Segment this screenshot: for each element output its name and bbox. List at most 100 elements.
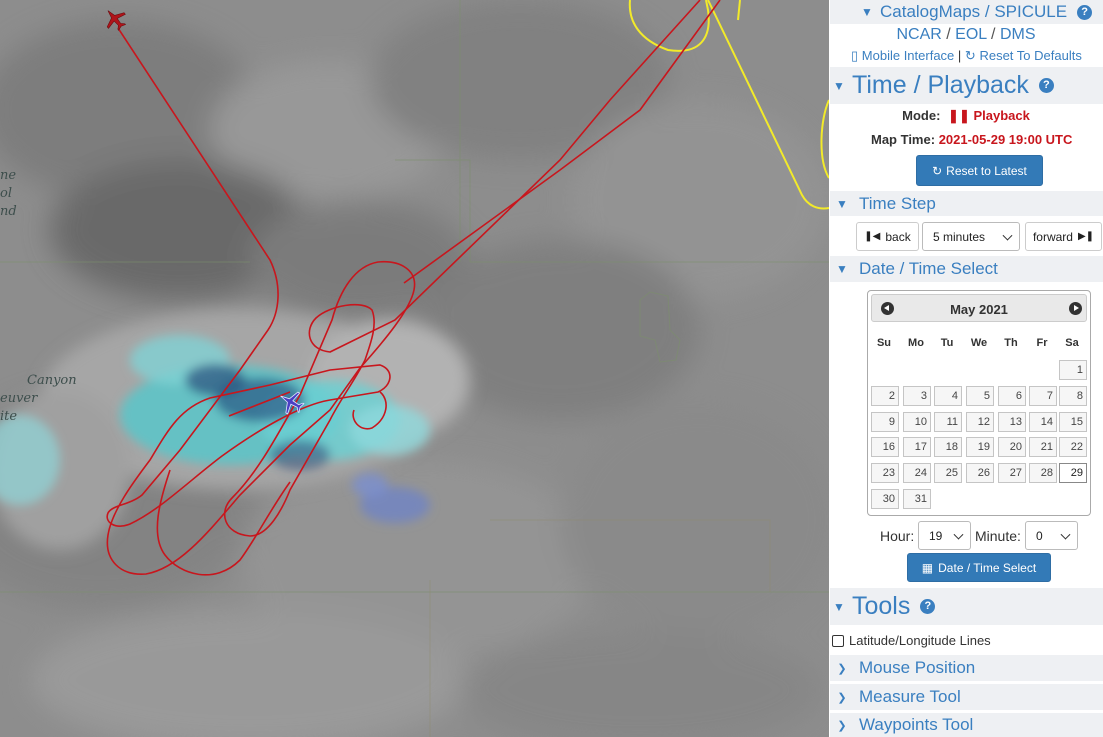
time-step-select[interactable]: 5 minutes xyxy=(922,222,1020,251)
mode-value: Playback xyxy=(973,108,1030,123)
time-playback-header[interactable]: ▼ Time / Playback ? xyxy=(830,67,1103,104)
calendar-day[interactable]: 4 xyxy=(934,385,962,406)
calendar-month-title: May 2021 xyxy=(950,302,1008,317)
control-panel: ▼ CatalogMaps / SPICULE ? NCAR / EOL / D… xyxy=(829,0,1103,737)
map-place-label: ite xyxy=(0,409,18,424)
calendar-day[interactable]: 18 xyxy=(934,437,962,458)
help-icon[interactable]: ? xyxy=(1038,78,1054,93)
date-time-select-header[interactable]: ▼ Date / Time Select xyxy=(830,256,1103,282)
weekday-header: Su xyxy=(876,337,892,349)
calendar-day[interactable]: 3 xyxy=(903,385,931,406)
help-icon[interactable]: ? xyxy=(1077,4,1093,20)
measure-tool-title: Measure Tool xyxy=(859,687,961,706)
waypoints-tool-header[interactable]: ❯ Waypoints Tool xyxy=(830,713,1103,737)
calendar-day[interactable]: 23 xyxy=(871,463,899,484)
calendar-day[interactable]: 22 xyxy=(1059,437,1087,458)
step-back-button[interactable]: ❚◀ back xyxy=(856,222,919,251)
next-month-icon[interactable] xyxy=(1069,302,1082,315)
weekday-header: Sa xyxy=(1065,337,1079,349)
step-backward-icon: ❚◀ xyxy=(864,231,881,242)
help-icon[interactable]: ? xyxy=(920,599,936,614)
calendar-day[interactable]: 19 xyxy=(966,437,994,458)
chevron-down-icon xyxy=(1002,230,1013,241)
calendar-day[interactable]: 26 xyxy=(966,463,994,484)
calendar-day[interactable]: 15 xyxy=(1059,411,1087,432)
reset-to-latest-button[interactable]: ↻ Reset to Latest xyxy=(916,155,1043,186)
chevron-down-icon: ▼ xyxy=(861,5,873,19)
calendar-day[interactable]: 17 xyxy=(903,437,931,458)
calendar-day[interactable]: 9 xyxy=(871,411,899,432)
chevron-down-icon xyxy=(953,529,964,540)
calendar-day[interactable]: 8 xyxy=(1059,385,1087,406)
header-actions: ▯ Mobile Interface | ↻ Reset To Defaults xyxy=(851,48,1103,64)
calendar-day[interactable]: 25 xyxy=(934,463,962,484)
map-view[interactable]: ne ol nd Canyon euver ite xyxy=(0,0,829,737)
hour-value: 19 xyxy=(929,528,943,543)
separator: | xyxy=(957,48,962,63)
minute-select[interactable]: 0 xyxy=(1025,521,1078,550)
calendar-day[interactable]: 12 xyxy=(966,411,994,432)
map-place-label: ne xyxy=(0,168,17,183)
step-forward-label: forward xyxy=(1032,229,1073,244)
tools-title: Tools xyxy=(852,592,911,620)
tools-header[interactable]: ▼ Tools ? xyxy=(830,588,1103,625)
map-time-value: 2021-05-29 19:00 UTC xyxy=(938,132,1073,147)
map-place-label: euver xyxy=(0,391,38,406)
date-time-select-button-label: Date / Time Select xyxy=(938,560,1037,575)
calendar-day[interactable]: 27 xyxy=(998,463,1026,484)
step-forward-icon: ▶❚ xyxy=(1077,231,1095,242)
calendar-day[interactable]: 13 xyxy=(998,411,1026,432)
calendar-day[interactable]: 2 xyxy=(871,385,899,406)
link-eol[interactable]: EOL xyxy=(955,26,986,43)
date-time-select-title: Date / Time Select xyxy=(859,259,998,278)
mouse-position-header[interactable]: ❯ Mouse Position xyxy=(830,655,1103,681)
calendar-day[interactable]: 28 xyxy=(1029,463,1057,484)
catalog-title: CatalogMaps / SPICULE xyxy=(880,2,1068,21)
time-step-value: 5 minutes xyxy=(933,229,986,244)
mode-row: Mode: ❚❚ Playback xyxy=(829,108,1103,124)
date-time-select-button[interactable]: ▦ Date / Time Select xyxy=(907,553,1051,582)
chevron-down-icon: ▼ xyxy=(836,196,848,211)
mouse-position-title: Mouse Position xyxy=(859,658,976,677)
calendar-day[interactable]: 5 xyxy=(966,385,994,406)
chevron-right-icon: ❯ xyxy=(837,691,847,704)
latlon-lines-toggle[interactable]: Latitude/Longitude Lines xyxy=(832,633,991,648)
calendar-day[interactable]: 31 xyxy=(903,489,931,509)
map-place-label: Canyon xyxy=(27,373,77,388)
step-forward-button[interactable]: forward ▶❚ xyxy=(1025,222,1102,251)
calendar-icon: ▦ xyxy=(921,560,934,575)
calendar-day[interactable]: 20 xyxy=(998,437,1026,458)
minute-label: Minute: xyxy=(975,528,1021,544)
reset-defaults-link[interactable]: Reset To Defaults xyxy=(979,48,1081,63)
measure-tool-header[interactable]: ❯ Measure Tool xyxy=(830,684,1103,710)
map-canvas[interactable] xyxy=(0,0,829,737)
checkbox-icon[interactable] xyxy=(832,634,844,647)
step-back-label: back xyxy=(885,229,911,244)
calendar-day[interactable]: 29 xyxy=(1059,463,1087,484)
calendar-day[interactable]: 24 xyxy=(903,463,931,484)
hour-label: Hour: xyxy=(880,528,915,544)
map-place-label: ol xyxy=(0,186,12,201)
chevron-right-icon: ❯ xyxy=(837,719,847,732)
calendar-day[interactable]: 1 xyxy=(1059,360,1087,380)
link-ncar[interactable]: NCAR xyxy=(896,26,941,43)
calendar-day[interactable]: 16 xyxy=(871,437,899,458)
time-step-header[interactable]: ▼ Time Step xyxy=(830,191,1103,216)
chevron-down-icon xyxy=(1060,529,1071,540)
chevron-down-icon: ▼ xyxy=(836,262,848,276)
catalog-header[interactable]: ▼ CatalogMaps / SPICULE ? xyxy=(830,0,1103,24)
calendar-day[interactable]: 10 xyxy=(903,411,931,432)
calendar-day[interactable]: 11 xyxy=(934,411,962,432)
link-dms[interactable]: DMS xyxy=(1000,26,1036,43)
weekday-header: Fr xyxy=(1036,337,1048,349)
mobile-interface-link[interactable]: Mobile Interface xyxy=(862,48,955,63)
minute-value: 0 xyxy=(1036,528,1043,543)
calendar-day[interactable]: 30 xyxy=(871,489,899,509)
calendar-header: May 2021 xyxy=(871,294,1087,322)
org-links: NCAR / EOL / DMS xyxy=(896,26,1036,43)
calendar-day[interactable]: 21 xyxy=(1029,437,1057,458)
calendar-day[interactable]: 6 xyxy=(998,385,1026,406)
calendar-day[interactable]: 7 xyxy=(1029,385,1057,406)
hour-select[interactable]: 19 xyxy=(918,521,971,550)
calendar-day[interactable]: 14 xyxy=(1029,411,1057,432)
